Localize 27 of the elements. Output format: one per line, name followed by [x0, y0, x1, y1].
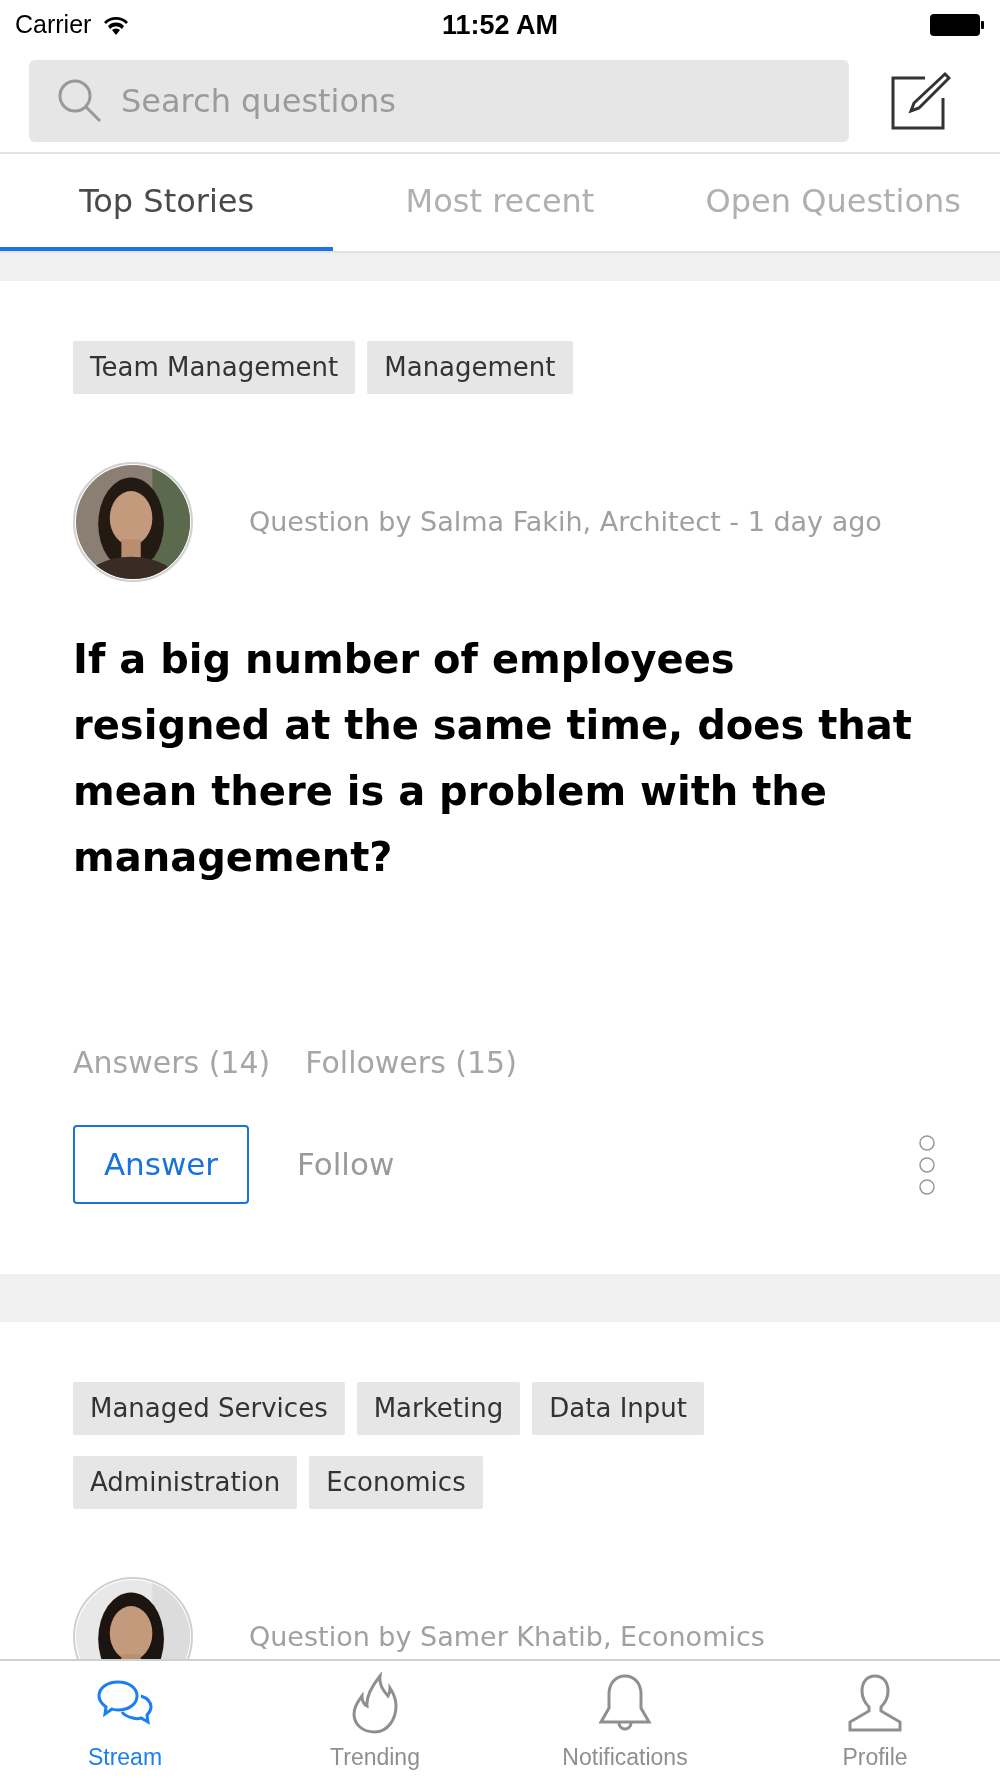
search-field[interactable]: Search questions: [29, 60, 849, 142]
nav-tab[interactable]: Notifications: [500, 1661, 750, 1778]
topic-tag[interactable]: Economics: [309, 1456, 483, 1509]
battery-icon: [929, 13, 985, 37]
followers-count[interactable]: Followers (15): [305, 1040, 517, 1085]
topic-tag[interactable]: Data Input: [532, 1382, 704, 1435]
author-line: Question by Salma Fakih, Architect - 1 day ago: [249, 504, 882, 539]
topic-tag[interactable]: Marketing: [356, 1382, 521, 1435]
flame-icon: [350, 1671, 400, 1734]
answers-count[interactable]: Answers (14): [73, 1040, 271, 1085]
question-title: If a big number of employees resigned at the same time, does that mean there is a problem with the management?: [73, 635, 913, 882]
topic-tag[interactable]: Team Management: [73, 341, 356, 394]
follow-button[interactable]: Follow: [297, 1141, 395, 1188]
topic-tag[interactable]: Management: [367, 341, 573, 394]
nav-tab[interactable]: Trending: [250, 1661, 500, 1778]
wifi-icon: [103, 15, 130, 35]
topic-tag[interactable]: Managed Services: [73, 1382, 345, 1435]
answer-button[interactable]: Answer: [73, 1125, 249, 1204]
nav-tab[interactable]: Profile: [750, 1661, 1000, 1778]
author-line: Question by Samer Khatib, Economics: [249, 1619, 765, 1654]
compose-icon[interactable]: [889, 70, 951, 132]
search-icon: [57, 78, 102, 123]
clock-time: 11:52 AM: [441, 8, 559, 42]
topic-tag[interactable]: Administration: [73, 1456, 298, 1509]
nav-tab[interactable]: Stream: [0, 1661, 250, 1778]
carrier-label: Carrier: [15, 9, 92, 41]
more-options-icon[interactable]: [918, 1133, 936, 1196]
